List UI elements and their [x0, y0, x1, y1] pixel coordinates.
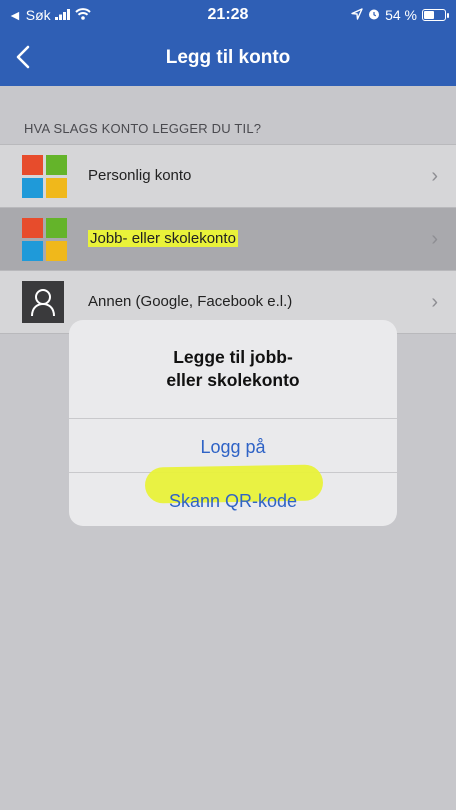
scan-qr-code-button[interactable]: Skann QR-kode	[69, 491, 397, 512]
account-type-list: Personlig konto › Jobb- eller skolekonto…	[0, 144, 456, 334]
chevron-right-icon: ›	[431, 291, 438, 313]
dialog-title: Legge til jobb- eller skolekonto	[69, 346, 397, 392]
battery-icon	[422, 9, 449, 21]
status-bar: ◄ Søk 21:28 54 %	[0, 0, 456, 32]
dialog-title-line1: Legge til jobb-	[173, 347, 293, 367]
chevron-right-icon: ›	[431, 165, 438, 187]
sign-in-button[interactable]: Logg på	[69, 437, 397, 458]
navigation-bar: Legg til konto	[0, 32, 456, 86]
location-icon	[351, 7, 363, 23]
person-icon	[22, 281, 64, 323]
alarm-icon	[368, 7, 380, 23]
dialog-divider	[69, 418, 397, 419]
dialog-title-line2: eller skolekonto	[166, 370, 300, 390]
add-work-account-dialog: Legge til jobb- eller skolekonto Logg på…	[69, 320, 397, 526]
account-option-personal[interactable]: Personlig konto ›	[0, 144, 456, 207]
microsoft-logo-icon	[22, 218, 68, 261]
microsoft-logo-icon	[22, 155, 68, 198]
battery-percent: 54 %	[385, 7, 417, 23]
status-right: 54 %	[351, 7, 449, 23]
chevron-right-icon: ›	[431, 228, 438, 250]
battery-level-fill	[424, 11, 434, 19]
account-option-work-school[interactable]: Jobb- eller skolekonto ›	[0, 207, 456, 270]
section-header: HVA SLAGS KONTO LEGGER DU TIL?	[24, 121, 262, 136]
person-icon-container	[22, 281, 68, 323]
account-option-label: Jobb- eller skolekonto	[88, 230, 238, 247]
account-option-label: Annen (Google, Facebook e.l.)	[88, 293, 293, 310]
highlighted-label: Jobb- eller skolekonto	[88, 230, 238, 247]
account-option-label: Personlig konto	[88, 167, 192, 184]
page-title: Legg til konto	[165, 47, 291, 68]
